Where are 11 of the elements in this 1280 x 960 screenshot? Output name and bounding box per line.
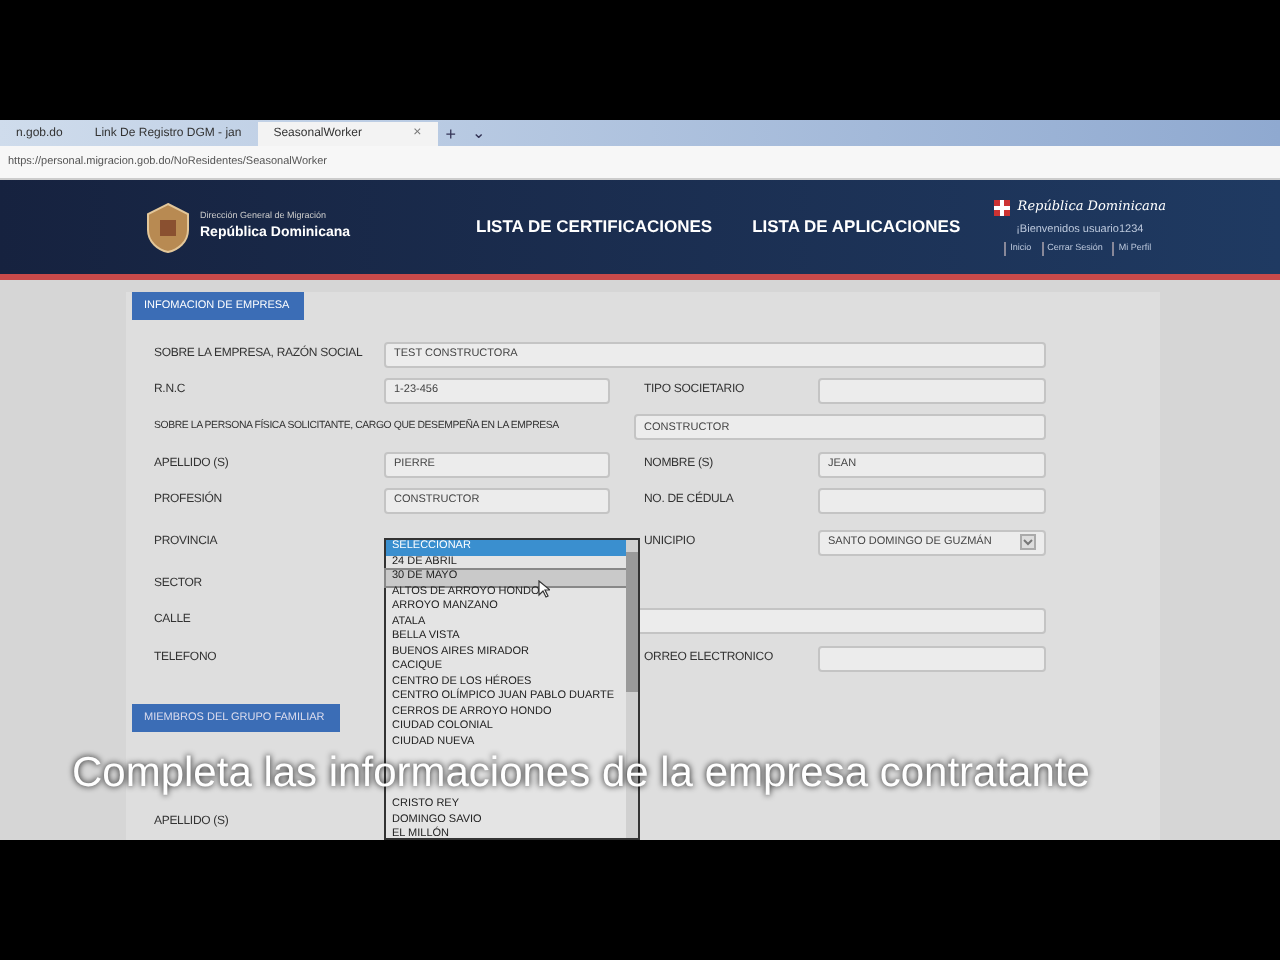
cursor-icon <box>538 580 550 598</box>
caret-icon <box>1020 534 1036 551</box>
input-field[interactable] <box>818 645 1046 672</box>
tab-menu-button[interactable]: ⌄ <box>463 122 494 146</box>
nav-link[interactable]: LISTA DE APLICACIONES <box>752 214 961 240</box>
input-field[interactable] <box>818 377 1046 404</box>
nav-link[interactable]: LISTA DE CERTIFICACIONES <box>476 214 713 240</box>
flag-icon <box>993 200 1010 216</box>
new-tab-button[interactable]: + <box>437 122 464 146</box>
emblem-icon <box>144 201 192 253</box>
input-field[interactable] <box>818 487 1046 514</box>
